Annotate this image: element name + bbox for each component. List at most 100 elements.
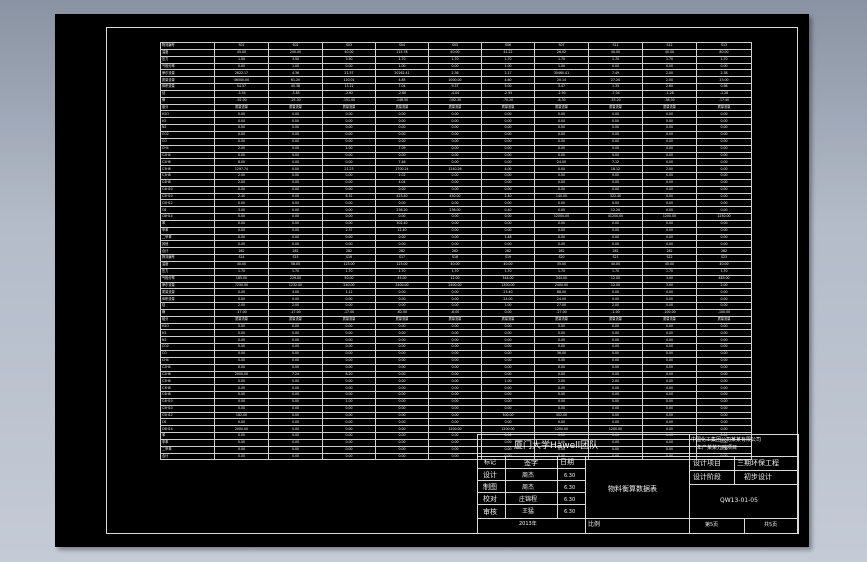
table-cell: 0.00 <box>375 356 429 365</box>
table-row: CO2 0.00 0.00 0.00 0.00 0.00 0.00 0.00 0.00 0.00 0… <box>160 130 752 139</box>
table-cell: 115.78 <box>375 48 429 57</box>
table-cell: 0.00 <box>642 391 697 399</box>
table-cell: 0.00 <box>214 110 269 119</box>
table-cell: 0.00 <box>696 411 752 420</box>
table-cell: 140.00 <box>534 192 589 201</box>
table-cell: 0.00 <box>322 438 376 447</box>
table-cell: 0.00 <box>588 384 643 393</box>
table-cell: 0.00 <box>322 233 376 242</box>
table-cell: 0.00 <box>214 213 269 221</box>
table-cell: S03 <box>322 42 376 50</box>
table-cell: 3.47 <box>534 83 589 91</box>
table-cell: -2.95 <box>481 89 535 98</box>
row-label-cell: 气相分率 <box>160 274 215 283</box>
table-cell: 5.00 <box>481 83 535 91</box>
table-cell: 0.00 <box>588 110 643 119</box>
table-cell: 0.00 <box>214 288 269 297</box>
table-cell: 0.00 <box>214 404 269 413</box>
table-cell: 0.00 <box>642 226 697 235</box>
table-cell: 40.00 <box>588 261 643 269</box>
table-cell: -8.30 <box>534 96 589 105</box>
table-cell: 0.00 <box>642 329 697 338</box>
table-cell: 344.00 <box>534 274 589 283</box>
table-cell: 0.00 <box>428 288 482 297</box>
table-row: C4H8 0.00 0.00 0.00 0.00 0.00 0.00 0.00 0.00 0.00… <box>160 391 752 399</box>
table-cell: 1.70 <box>588 55 643 64</box>
table-cell: 0.00 <box>214 397 269 406</box>
table-cell: S13 <box>696 42 752 50</box>
table-cell: 282 <box>696 247 752 256</box>
table-cell: 23.40 <box>481 288 535 297</box>
table-cell: 0.00 <box>428 377 482 386</box>
table-cell: 0.00 <box>696 425 752 434</box>
table-cell: -3.54 <box>214 89 269 98</box>
table-cell: 282 <box>268 247 323 256</box>
table-cell: 1250.00 <box>696 213 752 221</box>
table-cell: 240.00 <box>322 281 376 290</box>
table-cell: 0.00 <box>588 233 643 242</box>
table-cell: 0.00 <box>268 192 323 201</box>
table-cell: 282 <box>322 247 376 256</box>
table-cell: 质量流量 <box>534 315 589 324</box>
table-cell: 0.00 <box>534 165 589 174</box>
table-cell: 0.00 <box>642 144 697 153</box>
table-cell: 0.00 <box>268 144 323 153</box>
table-cell: 0.00 <box>268 124 323 132</box>
table-cell: 2.02 <box>375 172 429 180</box>
row-label-cell: N2 <box>160 336 215 345</box>
table-cell: 423.40 <box>375 192 429 201</box>
table-cell: 0.00 <box>481 308 535 317</box>
table-cell: 0.00 <box>375 411 429 420</box>
table-cell: 0.00 <box>268 356 323 365</box>
table-cell: 0.00 <box>696 322 752 331</box>
table-cell: 0.00 <box>428 356 482 365</box>
table-cell: 0.00 <box>534 329 589 338</box>
table-cell: 0.00 <box>375 343 429 351</box>
table-cell: 0.00 <box>322 130 376 139</box>
table-cell: 1.00 <box>481 302 535 310</box>
row-label-cell: H2 <box>160 329 215 338</box>
table-cell: S21 <box>588 254 643 262</box>
table-cell: 282 <box>481 247 535 256</box>
table-cell: 0.00 <box>534 124 589 132</box>
table-cell: 40.00 <box>642 48 697 57</box>
table-cell: 282 <box>214 247 269 256</box>
row-label-cell: C6H14 <box>160 213 215 221</box>
table-cell: -2.80 <box>375 89 429 98</box>
table-cell: 0.00 <box>428 240 482 249</box>
table-cell: 0.00 <box>428 110 482 119</box>
table-cell: 0.00 <box>268 172 323 180</box>
table-row: 焓 -3.54 -3.85 -2.62 -2.80 -4.04 -2.95 -2.90 -7.0… <box>160 89 752 98</box>
table-cell: S18 <box>428 254 482 262</box>
table-cell: 0.00 <box>588 391 643 399</box>
table-cell: 282 <box>642 247 697 256</box>
table-cell: 24.00 <box>534 295 589 304</box>
table-cell: 0.00 <box>481 349 535 358</box>
table-row: 组分 质量流量 质量流量 质量流量 质量流量 质量流量 质量流量 质量流量 质量流量 质量流量 质量… <box>160 103 752 112</box>
title-block-rule <box>477 492 585 493</box>
table-cell: 0.00 <box>588 370 643 379</box>
table-row: CO 0.00 0.00 0.00 0.00 0.00 0.00 36.00 0.00 0.00 0… <box>160 349 752 358</box>
table-row: H2O 0.00 0.00 0.00 0.00 0.00 0.00 0.00 0.00 0.00 0… <box>160 110 752 119</box>
table-cell: 0.00 <box>375 404 429 413</box>
table-row: C5H12 0.00 0.00 0.00 0.00 0.00 0.00 0.00 0.00 0.0… <box>160 199 752 208</box>
table-cell: 2622.17 <box>214 69 269 78</box>
table-cell: 0.00 <box>642 302 697 310</box>
table-cell: 0.00 <box>696 178 752 187</box>
table-cell: 0.00 <box>268 322 323 331</box>
table-row: C6 0.00 0.00 0.00 0.00 0.00 0.00 0.00 0.00 0.00 0.… <box>160 418 752 427</box>
table-cell: 0.00 <box>588 418 643 427</box>
row-label-cell: 组分 <box>160 103 215 112</box>
table-cell: 1.70 <box>214 267 269 276</box>
table-row: C2H4 0.00 0.00 0.00 0.00 0.00 0.00 0.00 0.00 0.00… <box>160 363 752 372</box>
table-cell: 0.00 <box>696 124 752 132</box>
table-cell: 0.00 <box>588 226 643 235</box>
table-cell: -2.90 <box>534 89 589 98</box>
table-cell: 0.00 <box>588 288 643 297</box>
table-cell: S02 <box>268 42 323 50</box>
table-cell: 1.70 <box>481 55 535 64</box>
table-cell: 0.00 <box>588 144 643 153</box>
table-cell: 0.00 <box>481 178 535 187</box>
title-block-rule <box>734 456 735 484</box>
row-label-cell: 物流编号 <box>160 254 215 262</box>
